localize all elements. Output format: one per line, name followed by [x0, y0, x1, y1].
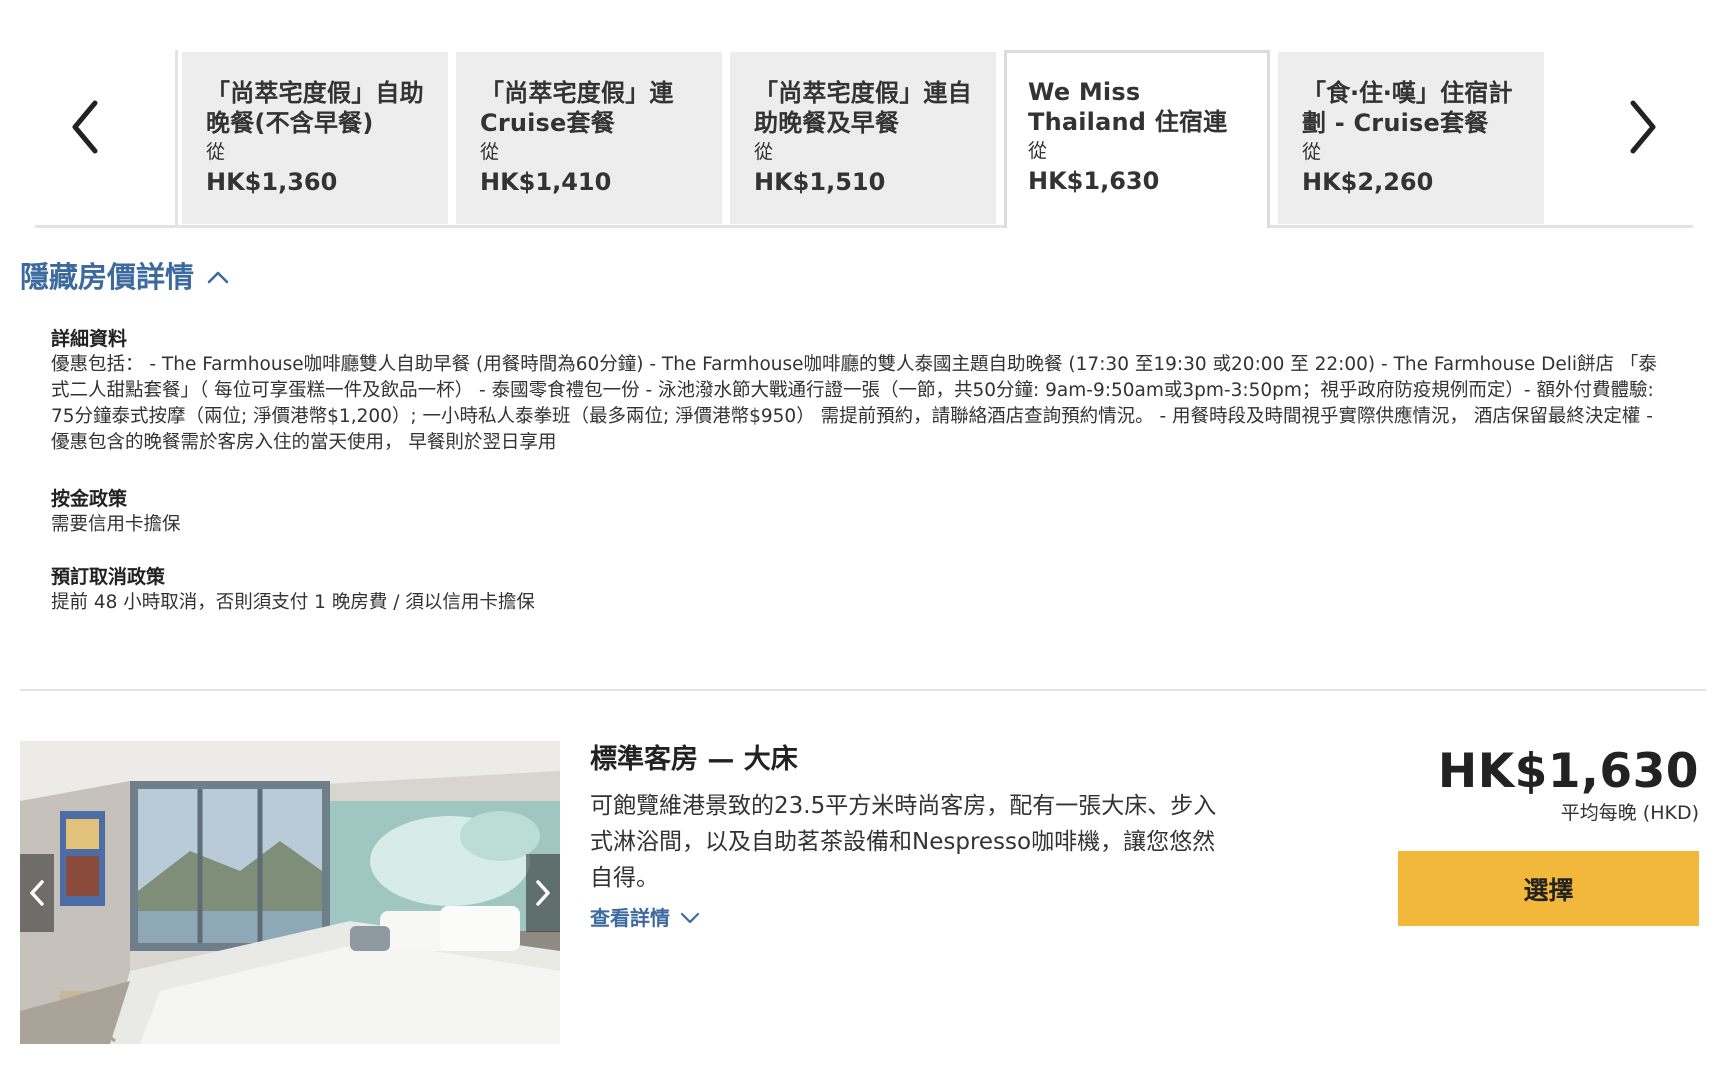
room-price: HK$1,630: [1437, 744, 1699, 799]
rate-plan-price: HK$1,410: [480, 168, 612, 196]
room-image-carousel: [20, 741, 560, 1044]
image-prev-button[interactable]: [20, 854, 54, 932]
rate-plan-title: 「尚萃宅度假」連自助晚餐及早餐: [754, 79, 972, 137]
room-name: 標準客房 — 大床: [590, 744, 798, 775]
rate-plan-from-label: 從: [1302, 141, 1322, 163]
rate-plan-tab[interactable]: 「尚萃宅度假」連自助晚餐及早餐 從 HK$1,510: [730, 52, 996, 224]
page: 「尚萃宅度假」自助晚餐(不含早餐) 從 HK$1,360 「尚萃宅度假」連Cru…: [0, 0, 1726, 1066]
rate-plan-tab[interactable]: 「尚萃宅度假」自助晚餐(不含早餐) 從 HK$1,360: [182, 52, 448, 224]
view-details-label: 查看詳情: [590, 906, 670, 930]
detail-info-body: 優惠包括： - The Farmhouse咖啡廳雙人自助早餐 (用餐時間為60分…: [51, 354, 1657, 453]
rate-plan-tabs: 「尚萃宅度假」自助晚餐(不含早餐) 從 HK$1,360 「尚萃宅度假」連Cru…: [175, 50, 1551, 228]
deposit-policy-heading: 按金政策: [51, 488, 128, 510]
rate-plan-tab[interactable]: 「食‧住‧嘆」住宿計劃 - Cruise套餐 從 HK$2,260: [1278, 52, 1544, 224]
rate-plan-title: 「尚萃宅度假」自助晚餐(不含早餐): [206, 79, 424, 137]
rate-plan-title: 「食‧住‧嘆」住宿計劃 - Cruise套餐: [1302, 79, 1513, 137]
deposit-policy-body: 需要信用卡擔保: [51, 514, 181, 535]
rate-plan-from-label: 從: [206, 141, 226, 163]
hide-rate-details-label: 隱藏房價詳情: [20, 260, 195, 294]
carousel-prev-button[interactable]: [55, 92, 115, 162]
rate-plan-from-label: 從: [1028, 140, 1048, 162]
rate-plan-title: We Miss Thailand 住宿連自助晚餐: [1028, 78, 1228, 136]
chevron-right-icon: [536, 880, 550, 906]
cancellation-policy-heading: 預訂取消政策: [51, 566, 166, 588]
cancellation-policy-body: 提前 48 小時取消，否則須支付 1 晚房費 / 須以信用卡擔保: [51, 592, 535, 613]
rate-plan-tab-selected[interactable]: We Miss Thailand 住宿連自助晚餐 從 HK$1,630: [1004, 50, 1270, 228]
rate-plan-tab[interactable]: 「尚萃宅度假」連Cruise套餐 從 HK$1,410: [456, 52, 722, 224]
hide-rate-details-toggle[interactable]: 隱藏房價詳情: [20, 257, 230, 297]
carousel-next-button[interactable]: [1613, 92, 1673, 162]
room-price-note: 平均每晚 (HKD): [1560, 802, 1699, 824]
detail-info-heading: 詳細資料: [51, 328, 128, 350]
room-info: 標準客房 — 大床 可飽覽維港景致的23.5平方米時尚客房，配有一張大床、步入式…: [590, 740, 1240, 932]
chevron-up-icon: [206, 265, 230, 289]
rate-plan-price: HK$2,260: [1302, 168, 1434, 196]
detail-info-section: 詳細資料 優惠包括： - The Farmhouse咖啡廳雙人自助早餐 (用餐時…: [51, 326, 1671, 456]
section-divider: [20, 689, 1706, 691]
rate-details: 詳細資料 優惠包括： - The Farmhouse咖啡廳雙人自助早餐 (用餐時…: [51, 326, 1671, 642]
deposit-policy-section: 按金政策 需要信用卡擔保: [51, 486, 1671, 538]
tab-separator: [175, 50, 178, 228]
select-room-button[interactable]: 選擇: [1398, 851, 1699, 926]
room-description: 可飽覽維港景致的23.5平方米時尚客房，配有一張大床、步入式淋浴間，以及自助茗茶…: [590, 793, 1217, 891]
rate-plan-from-label: 從: [754, 141, 774, 163]
rate-plan-price: HK$1,360: [206, 168, 338, 196]
chevron-right-icon: [1630, 100, 1656, 154]
rate-plan-price: HK$1,630: [1028, 167, 1160, 195]
rate-plan-carousel: 「尚萃宅度假」自助晚餐(不含早餐) 從 HK$1,360 「尚萃宅度假」連Cru…: [35, 50, 1693, 228]
chevron-left-icon: [72, 100, 98, 154]
image-next-button[interactable]: [526, 854, 560, 932]
room-price-block: HK$1,630 平均每晚 (HKD): [1438, 744, 1699, 826]
rate-plan-from-label: 從: [480, 141, 500, 163]
room-photo: [20, 741, 560, 1044]
rate-plan-title: 「尚萃宅度假」連Cruise套餐: [480, 79, 674, 137]
cancellation-policy-section: 預訂取消政策 提前 48 小時取消，否則須支付 1 晚房費 / 須以信用卡擔保: [51, 564, 1671, 616]
rate-plan-price: HK$1,510: [754, 168, 886, 196]
chevron-left-icon: [30, 880, 44, 906]
chevron-down-icon: [680, 912, 700, 924]
view-details-link[interactable]: 查看詳情: [590, 904, 1240, 932]
